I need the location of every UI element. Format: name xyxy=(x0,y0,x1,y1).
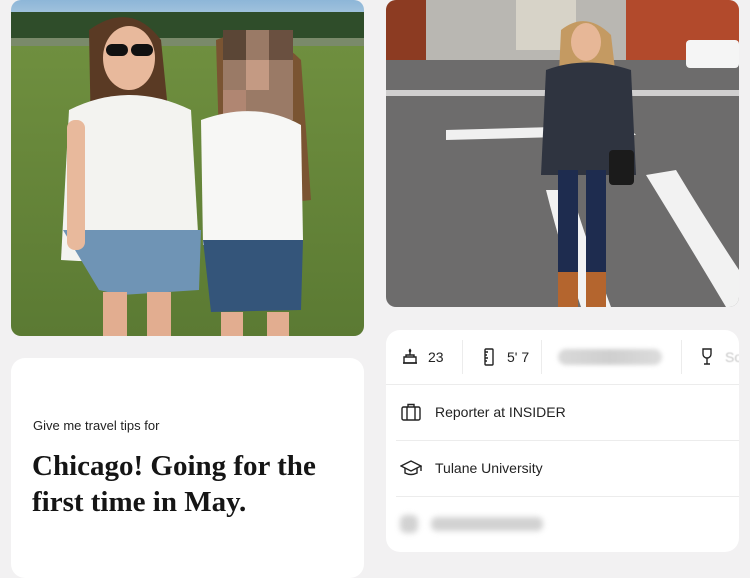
ruler-icon xyxy=(479,347,499,367)
vital-divider xyxy=(541,340,542,374)
prompt-answer: Chicago! Going for the first time in May… xyxy=(32,450,316,518)
height-value: 5' 7 xyxy=(507,349,530,365)
school-row: Tulane University xyxy=(396,440,739,497)
vitals-row: 23 5' 7 So xyxy=(386,330,739,385)
profile-photo-right[interactable] xyxy=(386,0,739,307)
vital-divider xyxy=(681,340,682,374)
vital-drinks: So xyxy=(697,330,739,384)
blurred-vital xyxy=(558,349,662,365)
graduation-cap-icon xyxy=(400,457,422,479)
blurred-row xyxy=(396,496,739,552)
wine-glass-icon xyxy=(697,347,717,367)
job-text: Reporter at INSIDER xyxy=(435,404,566,420)
vital-age: 23 xyxy=(400,330,444,384)
vital-height: 5' 7 xyxy=(479,330,529,384)
age-value: 23 xyxy=(428,349,444,365)
school-text: Tulane University xyxy=(435,460,543,476)
prompt-question: Give me travel tips for xyxy=(33,418,160,433)
vital-divider xyxy=(462,340,463,374)
briefcase-icon xyxy=(400,401,422,423)
cake-icon xyxy=(400,347,420,367)
prompt-card[interactable]: Give me travel tips for Chicago! Going f… xyxy=(11,358,364,578)
blurred-text xyxy=(431,517,543,531)
profile-info-card: 23 5' 7 So Reporter at INSIDER Tulane Un… xyxy=(386,330,739,552)
drinks-value: So xyxy=(725,349,739,365)
blurred-icon xyxy=(400,515,418,533)
profile-photo-left[interactable] xyxy=(11,0,364,336)
job-row: Reporter at INSIDER xyxy=(396,384,739,441)
pixelated-face xyxy=(223,30,293,120)
